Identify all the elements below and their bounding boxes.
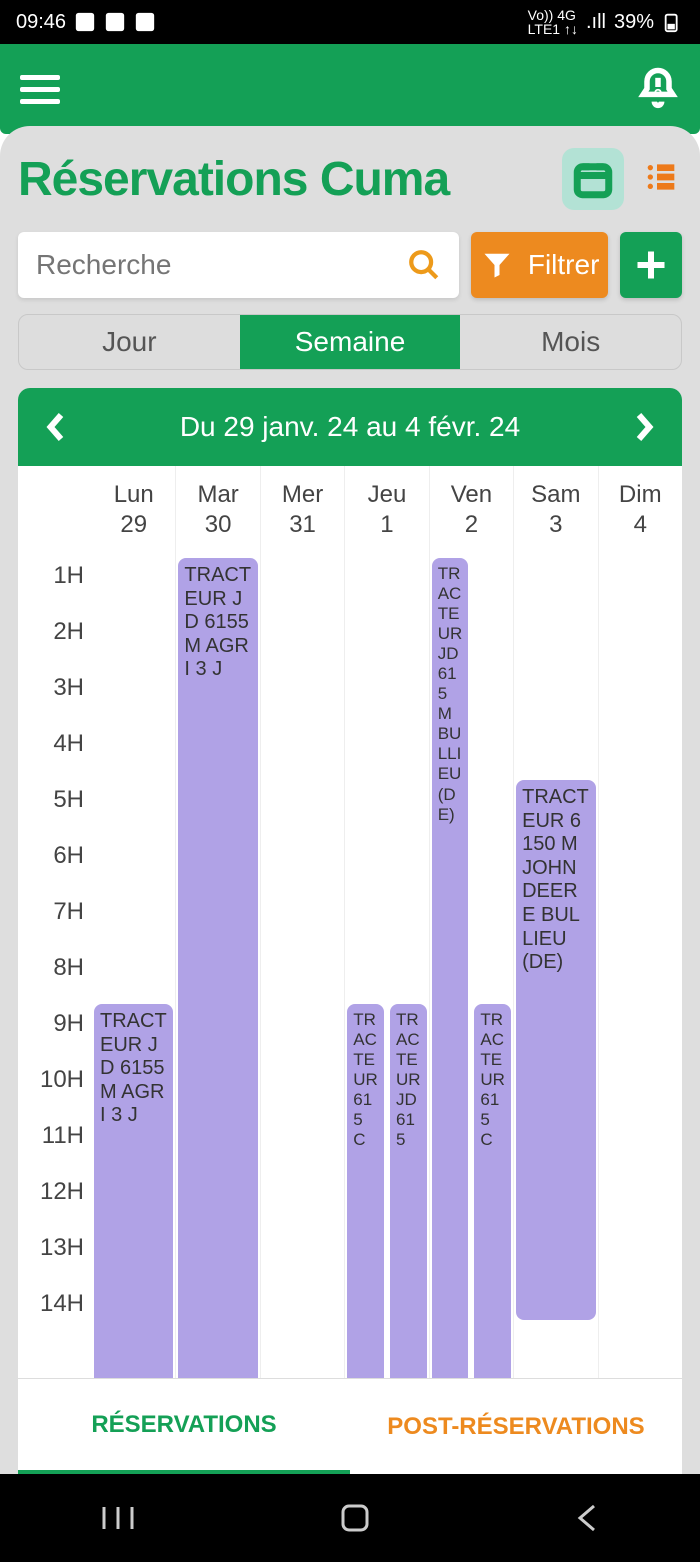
battery-icon bbox=[662, 11, 684, 33]
filter-label: Filtrer bbox=[528, 249, 600, 281]
day-col-sam: Sam3 TRACTEUR 6150 M JOHN DEERE BULLIEU … bbox=[514, 466, 598, 1378]
android-nav-bar bbox=[0, 1474, 700, 1562]
day-col-mer: Mer31 bbox=[261, 466, 345, 1378]
event-lun[interactable]: TRACTEUR JD 6155 M AGRI 3 J bbox=[94, 1004, 173, 1378]
day-col-ven: Ven2 TRACTEUR JD 615 M BULLIEU (DE) TRAC… bbox=[430, 466, 514, 1378]
home-button[interactable] bbox=[335, 1498, 375, 1538]
bottom-tabs: RÉSERVATIONS POST-RÉSERVATIONS bbox=[18, 1378, 682, 1474]
list-icon bbox=[640, 161, 682, 193]
list-view-button[interactable] bbox=[640, 161, 682, 198]
event-jeu-2[interactable]: TRACTEUR JD 615 bbox=[390, 1004, 427, 1378]
day-col-mar: Mar30 TRACTEUR JD 6155 M AGRI 3 J bbox=[176, 466, 260, 1378]
back-button[interactable] bbox=[572, 1498, 602, 1538]
date-range-label: Du 29 janv. 24 au 4 févr. 24 bbox=[180, 411, 520, 443]
bell-icon bbox=[636, 65, 680, 109]
search-box[interactable] bbox=[18, 232, 459, 298]
event-ven-1[interactable]: TRACTEUR JD 615 M BULLIEU (DE) bbox=[432, 558, 469, 1378]
funnel-icon bbox=[480, 250, 514, 280]
app-container: Réservations Cuma Filtrer Jour bbox=[0, 44, 700, 1474]
event-ven-2[interactable]: TRACTEUR 615 C bbox=[474, 1004, 511, 1378]
filter-button[interactable]: Filtrer bbox=[471, 232, 608, 298]
date-nav: Du 29 janv. 24 au 4 févr. 24 bbox=[18, 388, 682, 466]
status-bar: 09:46 Vo)) 4GLTE1 ↑↓ .ıll 39% bbox=[0, 0, 700, 44]
status-signal: .ıll bbox=[586, 11, 606, 34]
gallery-icon bbox=[104, 11, 126, 33]
event-sam[interactable]: TRACTEUR 6150 M JOHN DEERE BULLIEU (DE) bbox=[516, 780, 595, 1320]
tab-reservations[interactable]: RÉSERVATIONS bbox=[18, 1379, 350, 1474]
view-tab-week[interactable]: Semaine bbox=[240, 315, 461, 369]
hours-column: 1H2H3H 4H5H6H 7H8H9H 10H11H12H 13H14H bbox=[18, 466, 92, 1378]
tab-post-reservations[interactable]: POST-RÉSERVATIONS bbox=[350, 1379, 682, 1474]
view-tabs: Jour Semaine Mois bbox=[18, 314, 682, 370]
event-mar[interactable]: TRACTEUR JD 6155 M AGRI 3 J bbox=[178, 558, 257, 1378]
calendar-view-button[interactable] bbox=[562, 148, 624, 210]
search-icon bbox=[407, 248, 441, 282]
day-col-jeu: Jeu1 TRACTEUR 615 C TRACTEUR JD 615 bbox=[345, 466, 429, 1378]
next-week-button[interactable] bbox=[634, 412, 656, 442]
content-area: Réservations Cuma Filtrer Jour bbox=[0, 126, 700, 1474]
add-button[interactable] bbox=[620, 232, 682, 298]
status-battery: 39% bbox=[614, 11, 654, 34]
days-grid: Lun29 TRACTEUR JD 6155 M AGRI 3 J Mar30 … bbox=[92, 466, 682, 1378]
page-title: Réservations Cuma bbox=[18, 152, 546, 207]
linkedin-icon bbox=[74, 11, 96, 33]
calendar-grid[interactable]: 1H2H3H 4H5H6H 7H8H9H 10H11H12H 13H14H Lu… bbox=[18, 466, 682, 1378]
calendar-icon bbox=[572, 158, 614, 200]
day-col-dim: Dim4 bbox=[599, 466, 682, 1378]
notifications-button[interactable] bbox=[636, 65, 680, 114]
plus-icon bbox=[633, 247, 669, 283]
menu-button[interactable] bbox=[20, 75, 60, 104]
app-topbar bbox=[0, 44, 700, 134]
day-col-lun: Lun29 TRACTEUR JD 6155 M AGRI 3 J bbox=[92, 466, 176, 1378]
status-net: Vo)) 4GLTE1 ↑↓ bbox=[528, 8, 578, 36]
event-jeu-1[interactable]: TRACTEUR 615 C bbox=[347, 1004, 384, 1378]
status-time: 09:46 bbox=[16, 11, 66, 34]
prev-week-button[interactable] bbox=[44, 412, 66, 442]
recent-apps-button[interactable] bbox=[98, 1503, 138, 1533]
view-tab-month[interactable]: Mois bbox=[460, 315, 681, 369]
view-tab-day[interactable]: Jour bbox=[19, 315, 240, 369]
app-icon bbox=[134, 11, 156, 33]
search-input[interactable] bbox=[36, 249, 397, 281]
